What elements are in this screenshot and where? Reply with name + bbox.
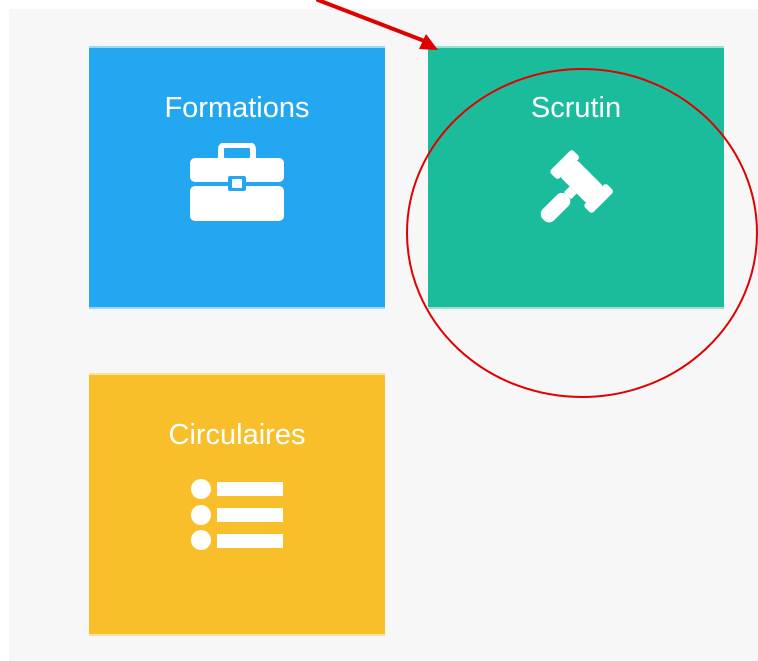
- tile-bottom-edge: [428, 307, 724, 309]
- tile-circulaires[interactable]: Circulaires: [89, 373, 385, 636]
- tile-scrutin-label: Scrutin: [530, 92, 622, 124]
- gavel-icon: [540, 150, 613, 223]
- tile-circulaires-label: Circulaires: [168, 419, 306, 451]
- tile-bottom-edge: [89, 634, 385, 636]
- tile-top-edge: [89, 46, 385, 48]
- tile-formations[interactable]: Formations: [89, 46, 385, 309]
- briefcase-icon: [190, 143, 284, 221]
- tile-bottom-edge: [89, 307, 385, 309]
- list-icon: [191, 479, 283, 550]
- tile-top-edge: [89, 373, 385, 375]
- tile-scrutin[interactable]: Scrutin: [428, 46, 724, 309]
- tile-formations-label: Formations: [164, 92, 310, 124]
- tile-top-edge: [428, 46, 724, 48]
